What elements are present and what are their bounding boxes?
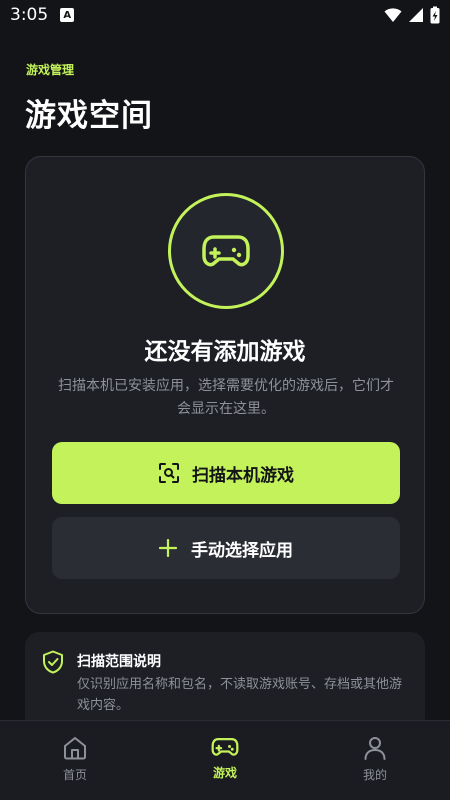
gamepad-icon [211, 738, 239, 756]
plus-icon [159, 539, 177, 557]
empty-state-card: 还没有添加游戏 扫描本机已安装应用，选择需要优化的游戏后，它们才会显示在这里。 … [25, 156, 425, 614]
bottom-nav: 首页 游戏 我的 [0, 720, 450, 800]
section-eyebrow: 游戏管理 [26, 63, 75, 77]
info-text: 仅识别应用名称和包名，不读取游戏账号、存档或其他游戏内容。 [77, 677, 403, 713]
person-icon [364, 737, 386, 760]
manual-select-label: 手动选择应用 [191, 540, 293, 561]
nav-item-home[interactable]: 首页 [0, 721, 150, 800]
nav-label-home: 首页 [62, 768, 87, 782]
scan-games-button[interactable]: 扫描本机游戏 [52, 442, 400, 504]
empty-state-description: 扫描本机已安装应用，选择需要优化的游戏后，它们才会显示在这里。 [58, 378, 394, 417]
notification-icon: A [60, 8, 75, 22]
manual-select-button[interactable]: 手动选择应用 [52, 517, 400, 579]
scan-games-label: 扫描本机游戏 [192, 465, 294, 486]
battery-charging-icon [430, 6, 440, 24]
scan-scope-info-card: 扫描范围说明 仅识别应用名称和包名，不读取游戏账号、存档或其他游戏内容。 [25, 632, 425, 732]
empty-state-title: 还没有添加游戏 [144, 339, 306, 365]
nav-item-profile[interactable]: 我的 [300, 721, 450, 800]
page-title: 游戏空间 [25, 98, 153, 134]
nav-label-profile: 我的 [362, 768, 387, 782]
nav-item-games[interactable]: 游戏 [150, 721, 300, 800]
info-title: 扫描范围说明 [77, 654, 161, 670]
status-icons [384, 6, 440, 24]
nav-label-games: 游戏 [212, 766, 237, 780]
empty-state-icon-circle [168, 193, 284, 309]
status-time: 3:05 [10, 5, 49, 25]
shield-check-icon [43, 650, 63, 674]
home-icon [64, 737, 86, 760]
status-bar: 3:05 A [0, 0, 450, 30]
gamepad-icon [202, 235, 250, 267]
cell-signal-icon [409, 8, 423, 22]
wifi-icon [384, 8, 402, 22]
scan-icon [159, 463, 179, 483]
